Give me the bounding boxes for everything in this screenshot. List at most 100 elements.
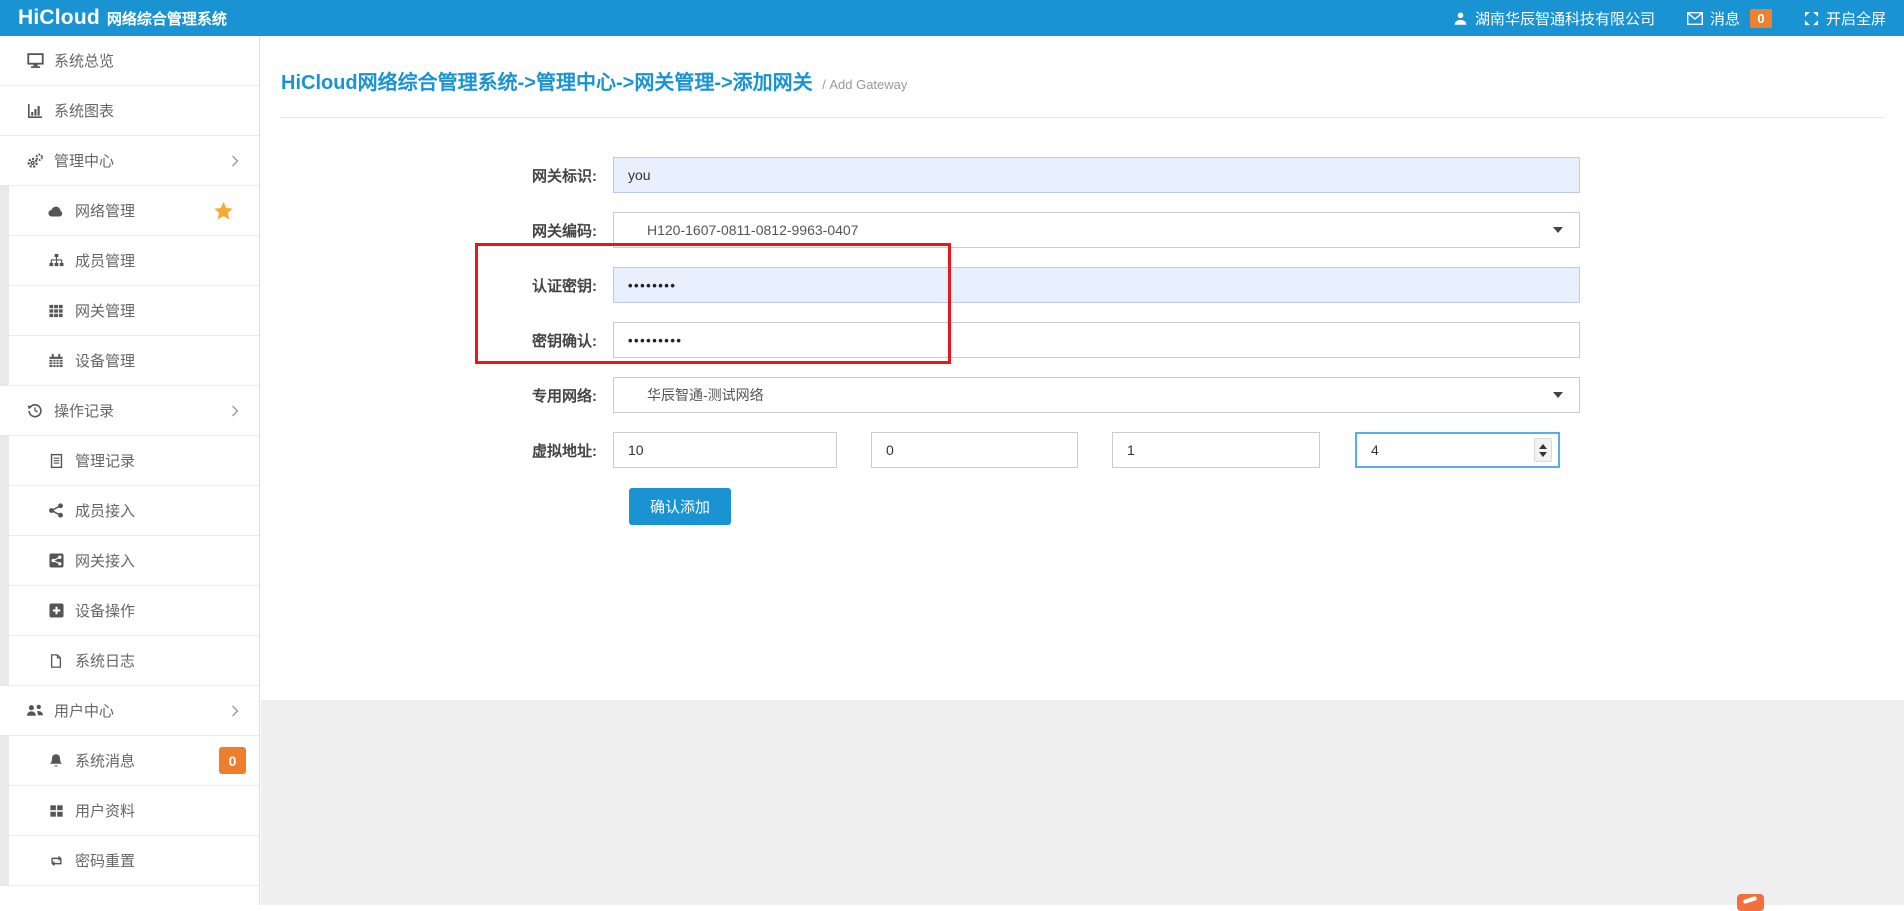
virtual-address-label: 虚拟地址: bbox=[261, 440, 613, 461]
sidebar-item-2[interactable]: 系统图表 bbox=[0, 86, 259, 136]
topbar: HiCloud 网络综合管理系统 湖南华辰智通科技有限公司 消息 0 开启全屏 bbox=[0, 0, 1904, 36]
key-confirm-input[interactable] bbox=[613, 322, 1580, 358]
brand-suffix: 网络综合管理系统 bbox=[107, 8, 227, 29]
key-confirm-label: 密钥确认: bbox=[261, 330, 613, 351]
sidebar-item-label: 设备操作 bbox=[75, 600, 135, 621]
topbar-company[interactable]: 湖南华辰智通科技有限公司 bbox=[1453, 8, 1655, 29]
sidebar-item-16[interactable]: 用户资料 bbox=[0, 786, 259, 836]
cloud-icon bbox=[46, 203, 66, 218]
brand-logo[interactable]: HiCloud 网络综合管理系统 bbox=[18, 6, 227, 30]
page-title: HiCloud网络综合管理系统->管理中心->网关管理->添加网关 bbox=[281, 72, 813, 94]
sidebar-item-label: 密码重置 bbox=[75, 850, 135, 871]
users-icon bbox=[25, 703, 45, 718]
sidebar-item-8[interactable]: 操作记录 bbox=[0, 386, 259, 436]
gateway-code-select[interactable]: H120-1607-0811-0812-9963-0407 bbox=[613, 212, 1580, 248]
content-panel: HiCloud网络综合管理系统->管理中心->网关管理->添加网关 / Add … bbox=[261, 36, 1904, 700]
virtual-address-row: 虚拟地址: bbox=[261, 432, 1904, 468]
sidebar-item-10[interactable]: 成员接入 bbox=[0, 486, 259, 536]
history-icon bbox=[25, 403, 45, 418]
spinner-up-icon[interactable] bbox=[1539, 444, 1547, 449]
sidebar-item-5[interactable]: 成员管理 bbox=[0, 236, 259, 286]
chevron-right-icon bbox=[231, 705, 239, 717]
plus-square-icon bbox=[46, 603, 66, 618]
virtual-address-octet-4[interactable] bbox=[1355, 432, 1560, 468]
sidebar-item-4[interactable]: 网络管理 bbox=[0, 186, 259, 236]
sidebar-count-badge: 0 bbox=[219, 747, 246, 774]
sidebar-item-1[interactable]: 系统总览 bbox=[0, 36, 259, 86]
gateway-code-label: 网关编码: bbox=[261, 220, 613, 241]
private-network-select[interactable]: 华辰智通-测试网络 bbox=[613, 377, 1580, 413]
private-network-row: 专用网络: 华辰智通-测试网络 bbox=[261, 377, 1904, 413]
sidebar-item-label: 用户中心 bbox=[54, 700, 114, 721]
brand-name: HiCloud bbox=[18, 6, 100, 30]
chevron-right-icon bbox=[231, 405, 239, 417]
topbar-fullscreen[interactable]: 开启全屏 bbox=[1804, 8, 1886, 29]
gateway-id-input[interactable] bbox=[613, 157, 1580, 193]
page-subtitle: / Add Gateway bbox=[822, 77, 907, 92]
topbar-messages[interactable]: 消息 0 bbox=[1687, 8, 1772, 29]
sidebar-item-14[interactable]: 用户中心 bbox=[0, 686, 259, 736]
sidebar-item-label: 成员接入 bbox=[75, 500, 135, 521]
sidebar-item-17[interactable]: 密码重置 bbox=[0, 836, 259, 886]
sitemap-icon bbox=[46, 253, 66, 268]
sidebar-item-12[interactable]: 设备操作 bbox=[0, 586, 259, 636]
chevron-down-icon bbox=[1553, 392, 1563, 398]
repeat-icon bbox=[46, 854, 66, 868]
bar-chart-icon bbox=[25, 103, 45, 119]
breadcrumb: HiCloud网络综合管理系统->管理中心->网关管理->添加网关 / Add … bbox=[281, 36, 1884, 118]
sidebar-item-15[interactable]: 系统消息 0 bbox=[0, 736, 259, 786]
sidebar-item-label: 成员管理 bbox=[75, 250, 135, 271]
number-spinner[interactable] bbox=[1534, 438, 1552, 462]
gateway-id-row: 网关标识: bbox=[261, 157, 1904, 193]
virtual-address-octet-2[interactable] bbox=[871, 432, 1078, 468]
sidebar-item-label: 管理中心 bbox=[54, 150, 114, 171]
sidebar-item-label: 用户资料 bbox=[75, 800, 135, 821]
bell-icon bbox=[46, 753, 66, 769]
message-count-badge: 0 bbox=[1750, 9, 1772, 28]
star-icon bbox=[214, 202, 233, 220]
sidebar-item-9[interactable]: 管理记录 bbox=[0, 436, 259, 486]
fullscreen-label: 开启全屏 bbox=[1826, 8, 1886, 29]
confirm-add-button[interactable]: 确认添加 bbox=[629, 488, 731, 525]
key-confirm-row: 密钥确认: bbox=[261, 322, 1904, 358]
sidebar-item-7[interactable]: 设备管理 bbox=[0, 336, 259, 386]
sidebar-item-3[interactable]: 管理中心 bbox=[0, 136, 259, 186]
auth-key-row: 认证密钥: bbox=[261, 267, 1904, 303]
auth-key-label: 认证密钥: bbox=[261, 275, 613, 296]
sidebar-item-label: 系统消息 bbox=[75, 750, 135, 771]
auth-key-input[interactable] bbox=[613, 267, 1580, 303]
grid-large-icon bbox=[46, 804, 66, 818]
envelope-icon bbox=[1687, 12, 1703, 25]
add-gateway-form: 网关标识: 网关编码: H120-1607-0811-0812-9963-040… bbox=[261, 118, 1904, 525]
chevron-down-icon bbox=[1553, 227, 1563, 233]
fullscreen-icon bbox=[1804, 11, 1819, 26]
sidebar-item-label: 系统日志 bbox=[75, 650, 135, 671]
gateway-code-row: 网关编码: H120-1607-0811-0812-9963-0407 bbox=[261, 212, 1904, 248]
sidebar-item-label: 网络管理 bbox=[75, 200, 135, 221]
sidebar: 系统总览系统图表管理中心网络管理成员管理网关管理设备管理操作记录管理记录成员接入… bbox=[0, 36, 260, 905]
sidebar-item-13[interactable]: 系统日志 bbox=[0, 636, 259, 686]
sidebar-item-6[interactable]: 网关管理 bbox=[0, 286, 259, 336]
virtual-address-octet-3[interactable] bbox=[1112, 432, 1320, 468]
sidebar-item-label: 系统总览 bbox=[54, 50, 114, 71]
calendar-icon bbox=[46, 353, 66, 368]
share-square-icon bbox=[46, 553, 66, 568]
spinner-down-icon[interactable] bbox=[1539, 452, 1547, 457]
sidebar-item-label: 操作记录 bbox=[54, 400, 114, 421]
sidebar-item-label: 网关接入 bbox=[75, 550, 135, 571]
user-icon bbox=[1453, 11, 1468, 26]
monitor-icon bbox=[25, 52, 45, 69]
sidebar-item-11[interactable]: 网关接入 bbox=[0, 536, 259, 586]
sidebar-item-label: 管理记录 bbox=[75, 450, 135, 471]
file-icon bbox=[46, 653, 66, 669]
chevron-right-icon bbox=[231, 155, 239, 167]
gateway-code-value: H120-1607-0811-0812-9963-0407 bbox=[647, 222, 858, 238]
chat-widget-icon[interactable] bbox=[1737, 894, 1764, 911]
company-name: 湖南华辰智通科技有限公司 bbox=[1475, 8, 1655, 29]
grid-icon bbox=[46, 304, 66, 318]
topbar-right: 湖南华辰智通科技有限公司 消息 0 开启全屏 bbox=[1453, 8, 1886, 29]
virtual-address-octet-1[interactable] bbox=[613, 432, 837, 468]
private-network-value: 华辰智通-测试网络 bbox=[647, 385, 764, 405]
share-icon bbox=[46, 503, 66, 518]
main-content: HiCloud网络综合管理系统->管理中心->网关管理->添加网关 / Add … bbox=[261, 36, 1904, 905]
